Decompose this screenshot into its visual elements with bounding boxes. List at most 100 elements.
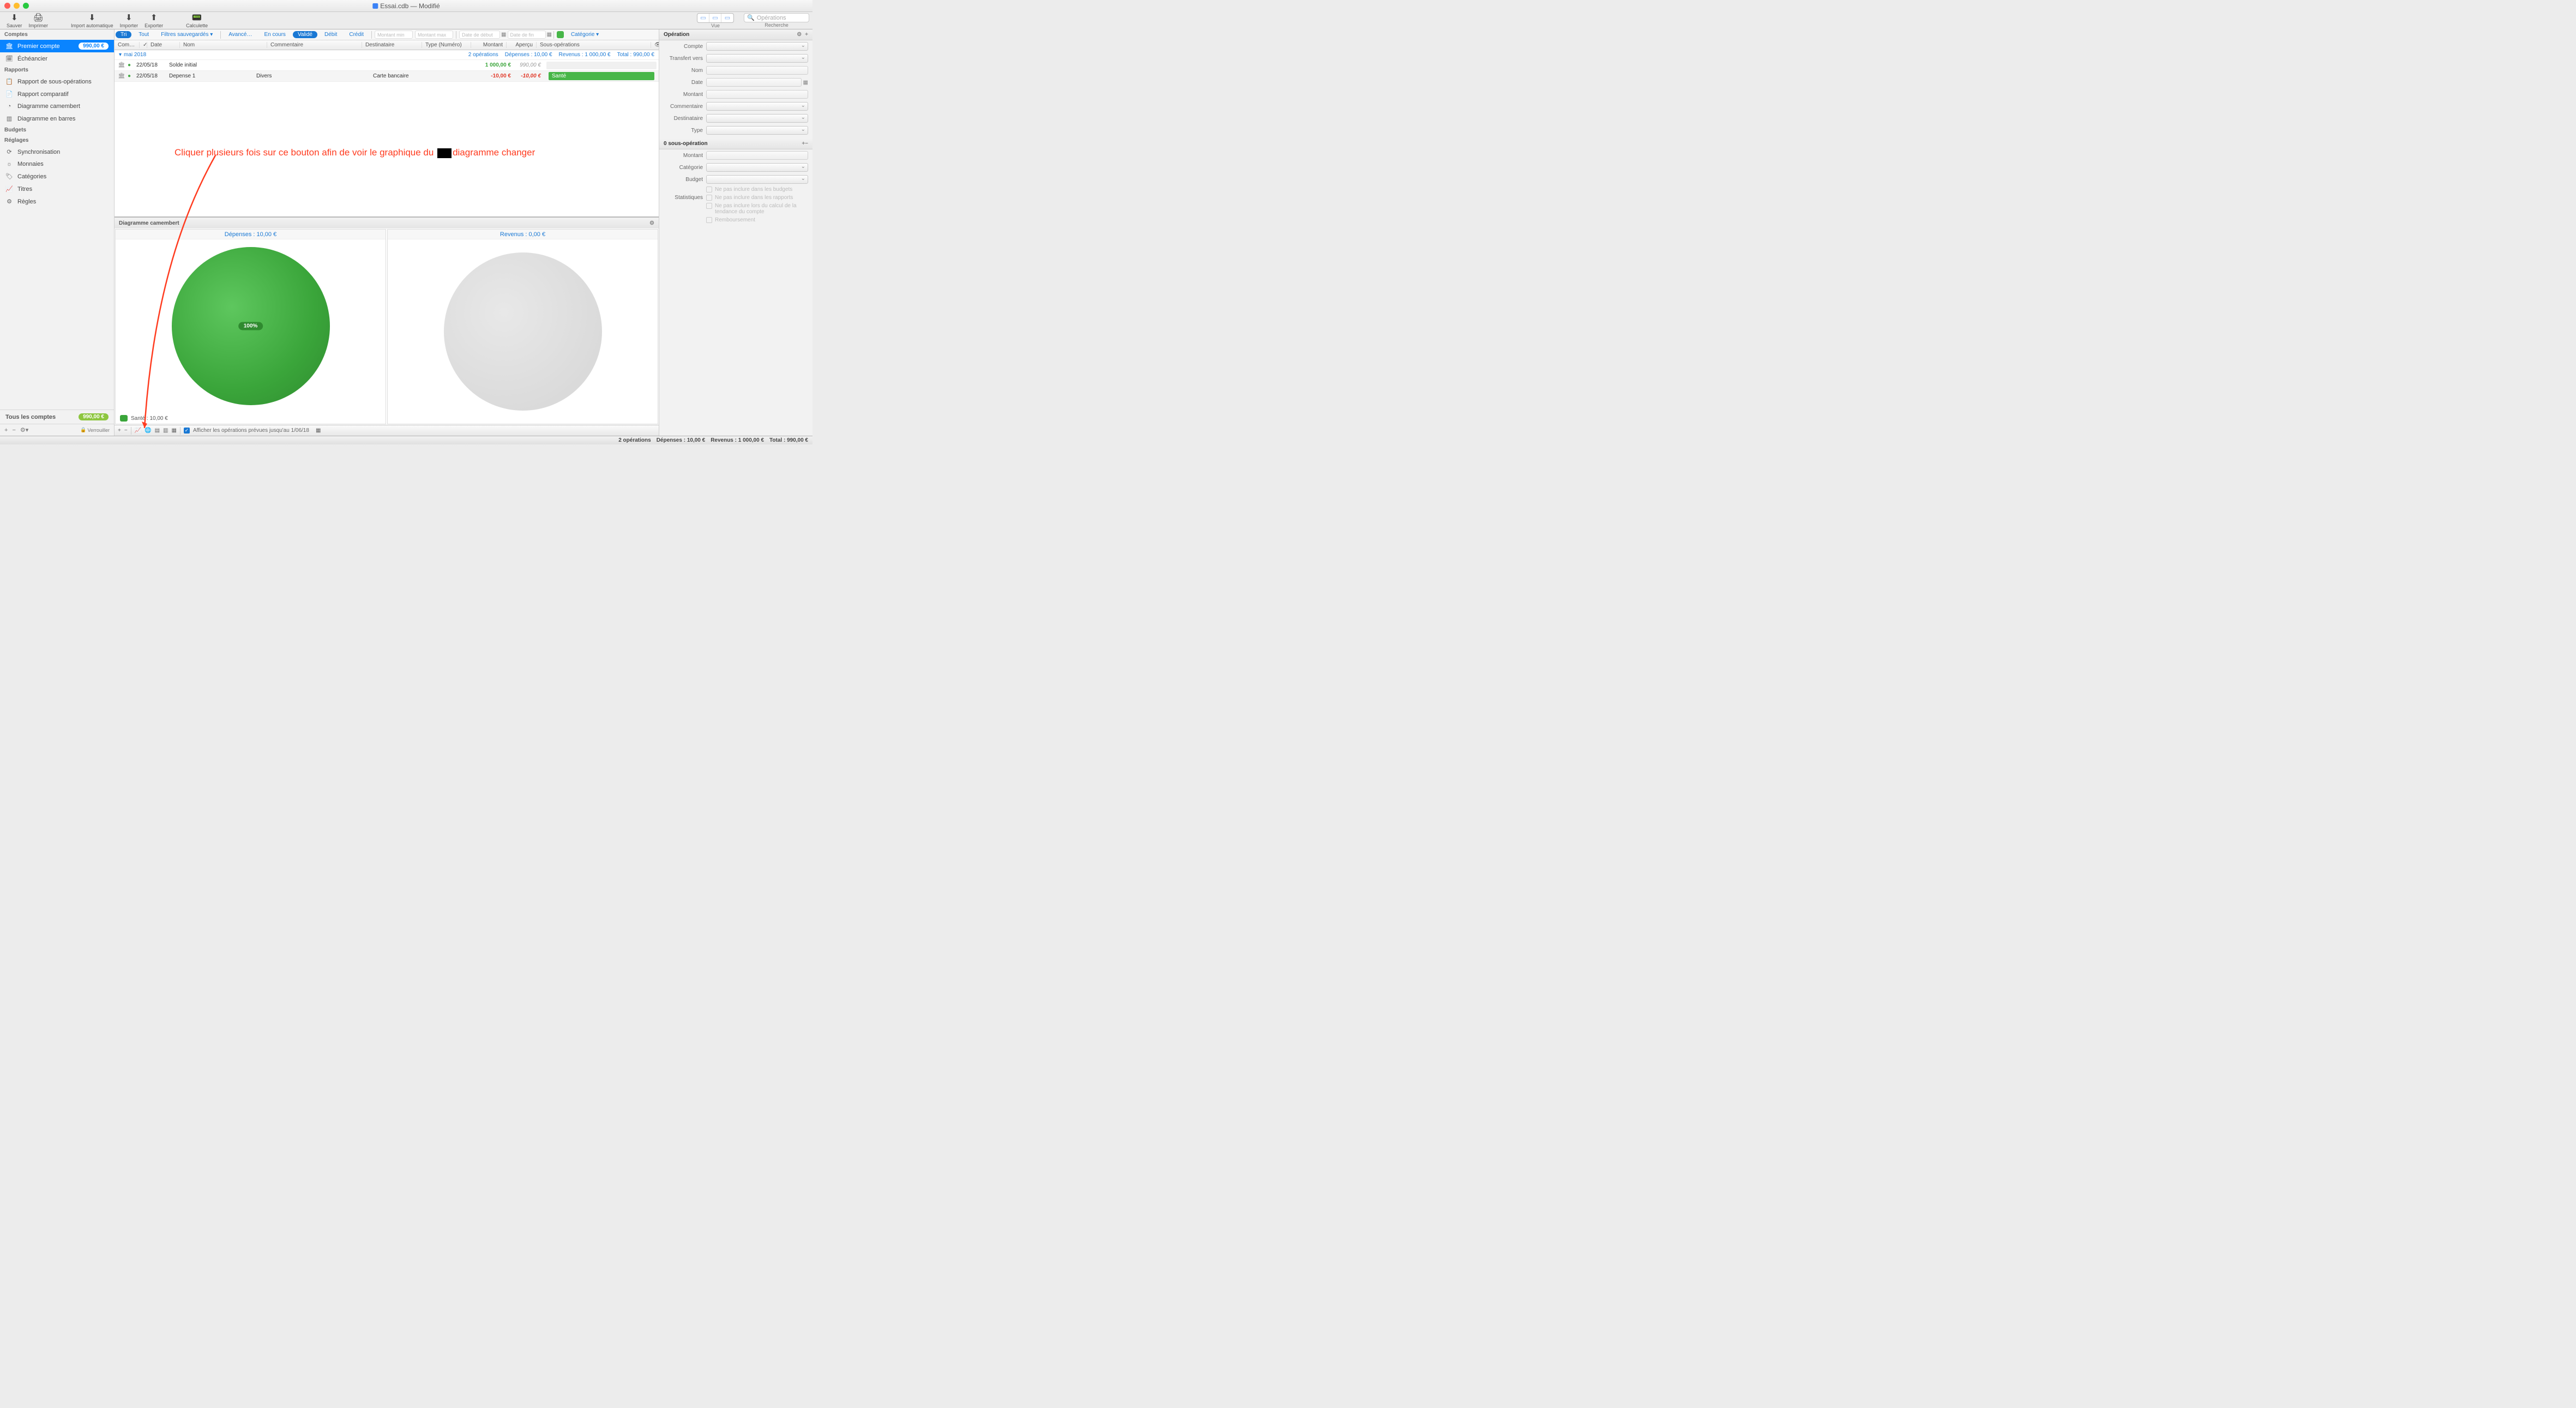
sidebar-item-echeancier[interactable]: 🗓Échéancier [0,52,114,65]
search-input[interactable]: Opérations [757,15,786,21]
nom-input[interactable] [706,66,808,75]
min-amount-input[interactable]: Montant min [375,31,413,39]
bank-icon: 🏛 [118,62,125,68]
sidebar-item-categories[interactable]: 🏷Catégories [0,170,114,183]
month-section-header[interactable]: ▾mai 2018 2 opérations Dépenses : 10,00 … [115,50,659,60]
redaction-box [437,148,452,158]
view-mode-2[interactable]: ▭ [709,14,721,22]
filter-debit[interactable]: Débit [320,31,342,38]
sidebar-item-sousops[interactable]: 📋Rapport de sous-opérations [0,75,114,88]
bottom-toolbar: + − 📈 🌐 ▤ ▥ ▦ ✓ Afficher les opérations … [115,425,659,436]
sidebar-item-titres[interactable]: 📈Titres [0,183,114,195]
remove-op-button[interactable]: − [124,428,128,434]
stat-check-0[interactable] [706,186,712,192]
calendar-icon[interactable]: ▦ [547,32,552,38]
sidebar-item-comparatif[interactable]: 📄Rapport comparatif [0,88,114,100]
montant-input[interactable] [706,90,808,99]
filter-tout[interactable]: Tout [134,31,154,38]
add-op-button[interactable]: + [118,428,121,434]
filter-tri[interactable]: Tri [116,31,131,38]
sidebar-item-pie[interactable]: ◔Diagramme camembert [0,100,114,112]
amount-cell: -10,00 € [479,73,514,79]
minimize-window-button[interactable] [14,3,20,9]
settings-button[interactable]: ⚙▾ [20,426,28,434]
filter-valide[interactable]: Validé [293,31,317,38]
all-accounts-badge: 990,00 € [79,413,109,420]
clipboard-icon: 📋 [5,78,13,85]
commentaire-select[interactable] [706,102,808,111]
zoom-window-button[interactable] [23,3,29,9]
save-button[interactable]: ⬇Sauver [7,13,22,28]
col-icon[interactable]: Com… [115,42,140,48]
destinataire-select[interactable] [706,114,808,123]
chart-settings-icon[interactable]: ⚙ [649,220,654,226]
filter-category[interactable]: Catégorie ▾ [566,31,604,38]
sidebar-item-account[interactable]: 🏛 Premier compte 990,00 € [0,40,114,52]
lock-button[interactable]: 🔒Verrouiller [80,427,110,433]
date-picker-icon[interactable]: ▦ [316,428,321,434]
stat-check-2[interactable] [706,203,712,209]
calculator-button[interactable]: 📟Calculette [186,13,208,28]
remove-button[interactable]: − [12,427,15,434]
expense-chart: Dépenses : 10,00 € 100% Santé : 10,00 € [115,229,386,424]
chart-globe-icon[interactable]: 🌐 [145,428,151,434]
chart-panel-title: Diagramme camembert [119,220,179,226]
col-subops[interactable]: Sous-opérations [537,42,651,48]
chart-vbars-icon[interactable]: ▦ [172,428,177,434]
col-dest[interactable]: Destinataire [362,42,422,48]
inspector-panel: Opération⚙+ Compte Transfert vers Nom Da… [659,29,812,436]
sidebar-item-sync[interactable]: ⟳Synchronisation [0,146,114,158]
col-type[interactable]: Type (Numéro) [422,42,471,48]
sub-montant-input[interactable] [706,151,808,160]
start-date-input[interactable]: Date de début [459,31,500,39]
sidebar-item-currencies[interactable]: ☼Monnaies [0,158,114,170]
rules-icon: ⚙ [5,198,13,205]
sub-categorie-select[interactable] [706,163,808,172]
end-date-input[interactable]: Date de fin [508,31,546,39]
print-button[interactable]: 🖨Imprimer [29,13,49,28]
compte-select[interactable] [706,42,808,51]
show-planned-checkbox[interactable]: ✓ [184,428,190,434]
add-icon[interactable]: + [805,32,808,38]
stat-check-1[interactable] [706,195,712,201]
filter-saved[interactable]: Filtres sauvegardés ▾ [156,31,218,38]
calendar-icon[interactable]: ▦ [803,80,808,86]
filter-advanced[interactable]: Avancé… [224,31,257,38]
transfert-select[interactable] [706,54,808,63]
sidebar-item-rules[interactable]: ⚙Règles [0,195,114,208]
col-date[interactable]: Date [147,42,180,48]
filter-encours[interactable]: En cours [259,31,290,38]
col-comment[interactable]: Commentaire [267,42,362,48]
chart-bars-icon[interactable]: ▥ [163,428,168,434]
table-row[interactable]: 🏛 ● 22/05/18 Solde initial 1 000,00 € 99… [115,60,659,71]
type-select[interactable] [706,126,808,135]
chart-list-icon[interactable]: ▤ [155,428,160,434]
view-mode-1[interactable]: ▭ [697,14,709,22]
operations-header: Com… ✓ Date Nom Commentaire Destinataire… [115,40,659,50]
all-accounts-row[interactable]: Tous les comptes 990,00 € [0,410,114,424]
col-check[interactable]: ✓ [140,42,147,48]
table-row[interactable]: 🏛 ● 22/05/18 Depense 1 Divers Carte banc… [115,71,659,82]
auto-import-button[interactable]: ⬇Import automatique [71,13,113,28]
add-button[interactable]: + [4,427,8,434]
gear-icon[interactable]: ⚙ [797,32,802,38]
max-amount-input[interactable]: Montant max [415,31,453,39]
add-subop-icon[interactable]: +− [802,141,808,147]
sub-budget-select[interactable] [706,175,808,184]
date-input[interactable] [706,78,802,87]
close-window-button[interactable] [4,3,10,9]
filter-bar: Tri Tout Filtres sauvegardés ▾ Avancé… E… [115,29,659,40]
col-settings-icon[interactable]: 👁 [651,42,659,48]
col-amount[interactable]: Montant [471,42,507,48]
export-button[interactable]: ⬆Exporter [145,13,163,28]
sidebar-item-bar[interactable]: ▥Diagramme en barres [0,112,114,125]
chart-panel: Diagramme camembert ⚙ Dépenses : 10,00 €… [115,216,659,425]
import-button[interactable]: ⬇Importer [120,13,139,28]
chart-line-icon[interactable]: 📈 [135,428,141,434]
stat-check-3[interactable] [706,217,712,223]
col-nom[interactable]: Nom [180,42,267,48]
filter-credit[interactable]: Crédit [344,31,369,38]
calendar-icon[interactable]: ▦ [501,32,506,38]
view-mode-3[interactable]: ▭ [721,14,733,22]
col-preview[interactable]: Aperçu [507,42,537,48]
